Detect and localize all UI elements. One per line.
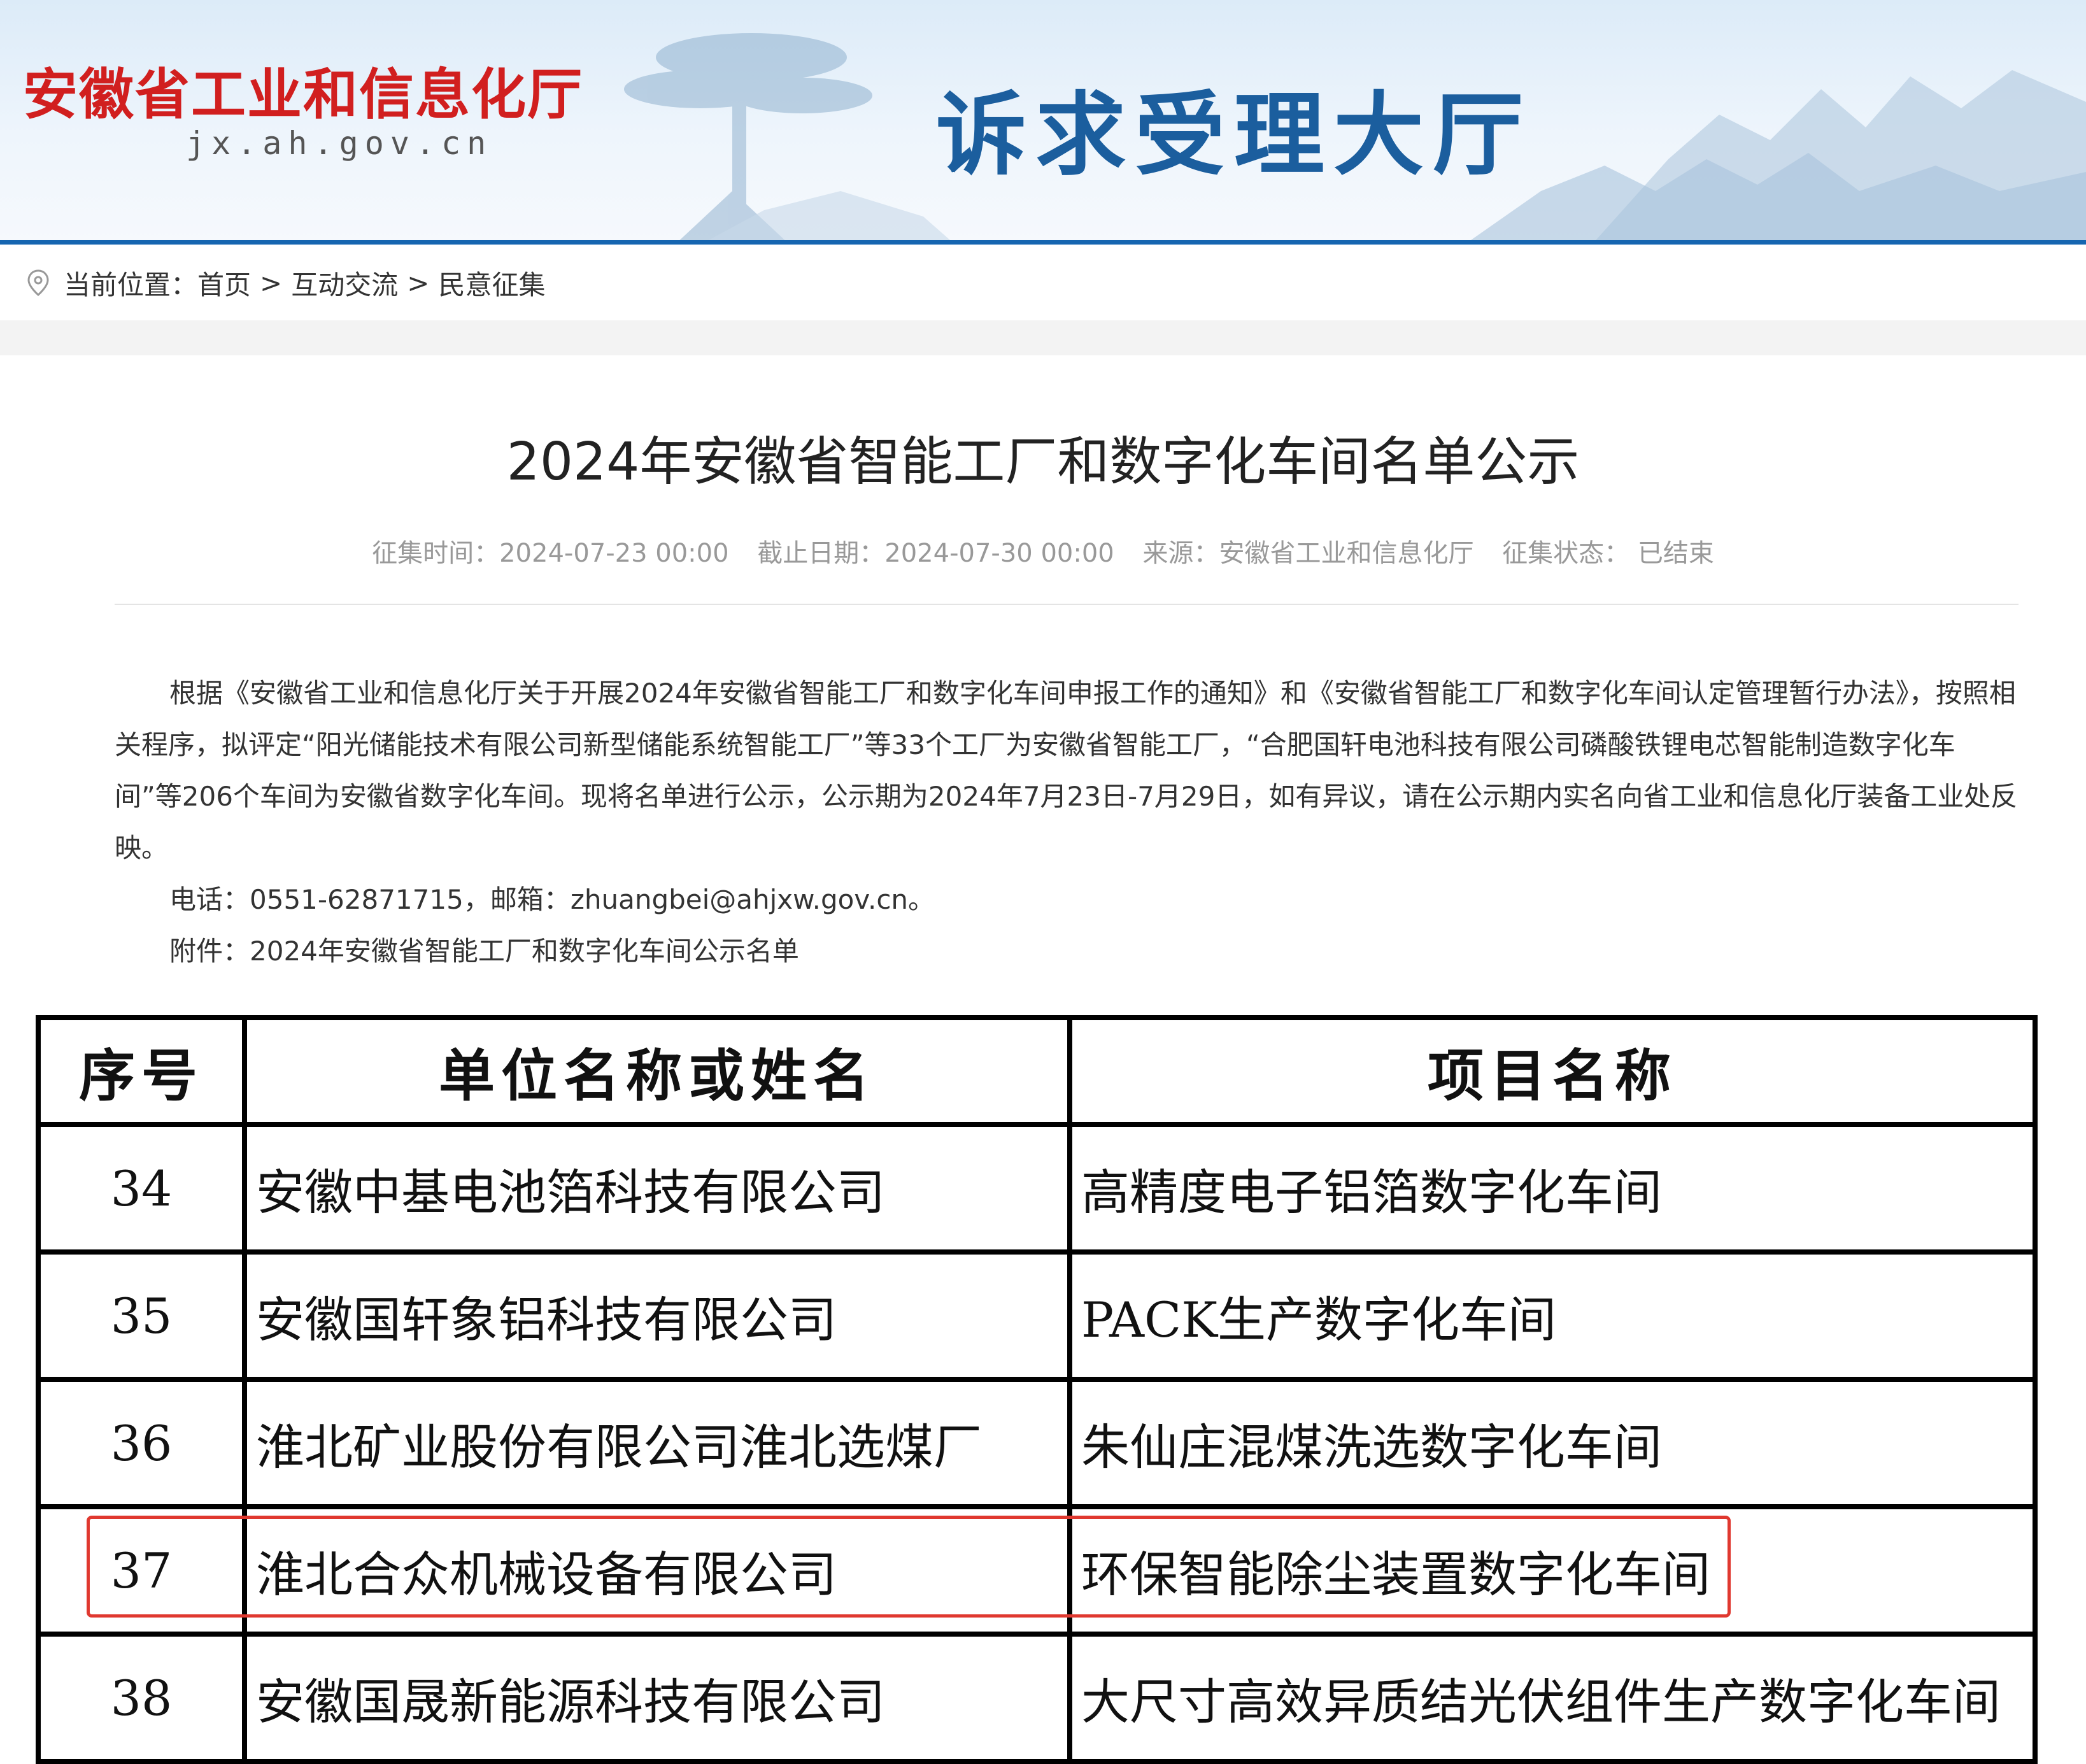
row-serial: 34 <box>36 1122 247 1255</box>
breadcrumb-interaction[interactable]: 互动交流 <box>291 264 398 302</box>
row-unit: 安徽国轩象铝科技有限公司 <box>242 1249 1072 1382</box>
page-title: 2024年安徽省智能工厂和数字化车间名单公示 <box>506 432 1580 492</box>
org-logo-url: jx.ah.gov.cn <box>186 125 493 162</box>
table-header-row: 序号 单位名称或姓名 项目名称 <box>36 1015 2038 1127</box>
red-highlight-box <box>87 1516 1731 1618</box>
row-project: 朱仙庄混煤洗选数字化车间 <box>1067 1377 2038 1509</box>
row-project: 高精度电子铝箔数字化车间 <box>1067 1122 2038 1255</box>
body-paragraph: 根据《安徽省工业和信息化厅关于开展2024年安徽省智能工厂和数字化车间申报工作的… <box>115 678 2018 864</box>
meta-source: 来源：安徽省工业和信息化厅 <box>1142 539 1474 568</box>
article-panel: 2024年安徽省智能工厂和数字化车间名单公示 征集时间：2024-07-23 0… <box>20 355 2066 992</box>
row-unit: 安徽中基电池箔科技有限公司 <box>242 1122 1072 1255</box>
breadcrumb: 当前位置： 首页 > 互动交流 > 民意征集 <box>0 245 2086 320</box>
attachment-line: 附件：2024年安徽省智能工厂和数字化车间公示名单 <box>115 925 2019 977</box>
breadcrumb-opinion-collection[interactable]: 民意征集 <box>438 264 545 302</box>
row-project: 大尺寸高效异质结光伏组件生产数字化车间 <box>1067 1632 2038 1764</box>
meta-start-time: 征集时间：2024-07-23 00:00 <box>372 539 729 568</box>
row-serial: 36 <box>36 1377 247 1509</box>
header-unit-name: 单位名称或姓名 <box>242 1015 1072 1127</box>
breadcrumb-prefix: 当前位置： <box>64 269 198 301</box>
attachment-link[interactable]: 2024年安徽省智能工厂和数字化车间公示名单 <box>250 935 799 967</box>
org-logo-name[interactable]: 安徽省工业和信息化厅 <box>23 50 583 129</box>
article-body: 根据《安徽省工业和信息化厅关于开展2024年安徽省智能工厂和数字化车间申报工作的… <box>115 667 2019 977</box>
title-divider <box>115 604 2019 605</box>
list-image: 序号 单位名称或姓名 项目名称 34 安徽中基电池箔科技有限公司 高精度电子铝箔… <box>0 992 2086 1764</box>
meta-end-date: 截止日期：2024-07-30 00:00 <box>757 539 1114 568</box>
breadcrumb-separator: > <box>407 267 430 299</box>
table-row: 35 安徽国轩象铝科技有限公司 PACK生产数字化车间 <box>36 1249 2038 1382</box>
meta-status: 征集状态： 已结束 <box>1502 539 1714 568</box>
table-row: 38 安徽国晟新能源科技有限公司 大尺寸高效异质结光伏组件生产数字化车间 <box>36 1632 2038 1764</box>
article-meta: 征集时间：2024-07-23 00:00 截止日期：2024-07-30 00… <box>20 532 2066 569</box>
breadcrumb-home[interactable]: 首页 <box>197 264 251 302</box>
page-background <box>0 320 2086 355</box>
banner-underline <box>0 240 2086 245</box>
attachment-label: 附件： <box>169 935 250 967</box>
row-serial: 35 <box>36 1249 247 1382</box>
header-serial: 序号 <box>36 1015 247 1127</box>
candidate-table: 序号 单位名称或姓名 项目名称 34 安徽中基电池箔科技有限公司 高精度电子铝箔… <box>36 1015 2038 1764</box>
row-project: PACK生产数字化车间 <box>1067 1249 2038 1382</box>
table-row: 34 安徽中基电池箔科技有限公司 高精度电子铝箔数字化车间 <box>36 1122 2038 1255</box>
breadcrumb-separator: > <box>260 267 283 299</box>
table-row: 36 淮北矿业股份有限公司淮北选煤厂 朱仙庄混煤洗选数字化车间 <box>36 1377 2038 1509</box>
row-unit: 淮北矿业股份有限公司淮北选煤厂 <box>242 1377 1072 1509</box>
location-pin-icon <box>27 269 49 296</box>
row-unit: 安徽国晟新能源科技有限公司 <box>242 1632 1072 1764</box>
header-project-name: 项目名称 <box>1067 1015 2038 1127</box>
row-serial: 38 <box>36 1632 247 1764</box>
hall-title: 诉求受理大厅 <box>936 82 1532 188</box>
site-banner: 安徽省工业和信息化厅 jx.ah.gov.cn 诉求受理大厅 <box>0 0 2086 245</box>
contact-info: 电话：0551-62871715，邮箱：zhuangbei@ahjxw.gov.… <box>169 884 935 915</box>
